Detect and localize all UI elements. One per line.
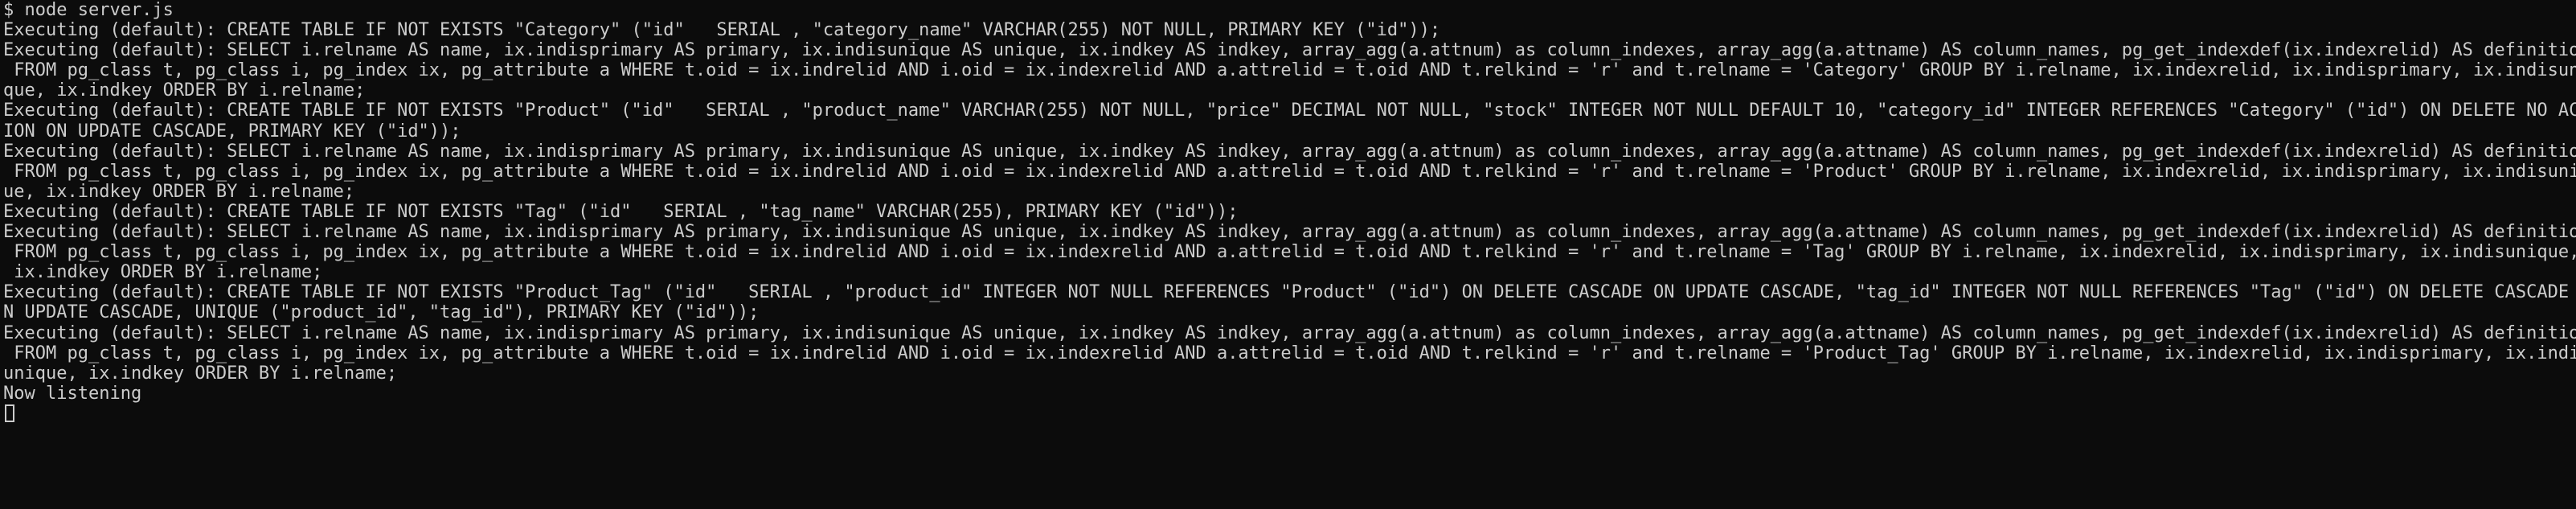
terminal-line: que, ix.indkey ORDER BY i.relname; [3, 80, 366, 101]
terminal-line: Executing (default): CREATE TABLE IF NOT… [3, 201, 1239, 222]
terminal-line: ue, ix.indkey ORDER BY i.relname; [3, 181, 355, 202]
terminal-line-status: Now listening [3, 383, 142, 404]
terminal-line: Executing (default): SELECT i.relname AS… [3, 40, 2576, 61]
terminal-line: N UPDATE CASCADE, UNIQUE ("product_id", … [3, 302, 760, 323]
terminal-line: FROM pg_class t, pg_class i, pg_index ix… [3, 60, 2576, 81]
terminal-line: Executing (default): SELECT i.relname AS… [3, 141, 2576, 162]
terminal-line: ix.indkey ORDER BY i.relname; [3, 262, 323, 283]
terminal-line: FROM pg_class t, pg_class i, pg_index ix… [3, 242, 2576, 263]
terminal-window[interactable]: $ node server.js Executing (default): CR… [0, 0, 2576, 509]
terminal-line: ION ON UPDATE CASCADE, PRIMARY KEY ("id"… [3, 121, 461, 142]
terminal-line: Executing (default): CREATE TABLE IF NOT… [3, 101, 2576, 121]
terminal-line: unique, ix.indkey ORDER BY i.relname; [3, 363, 398, 384]
terminal-line: Executing (default): CREATE TABLE IF NOT… [3, 20, 1441, 41]
terminal-line: FROM pg_class t, pg_class i, pg_index ix… [3, 161, 2576, 182]
terminal-line: Executing (default): SELECT i.relname AS… [3, 322, 2576, 343]
terminal-line: FROM pg_class t, pg_class i, pg_index ix… [3, 343, 2576, 363]
terminal-cursor [5, 404, 14, 422]
terminal-line: $ node server.js [3, 0, 174, 20]
prompt-line[interactable] [3, 404, 2576, 424]
terminal-line: Executing (default): SELECT i.relname AS… [3, 222, 2576, 243]
terminal-line: Executing (default): CREATE TABLE IF NOT… [3, 282, 2576, 303]
